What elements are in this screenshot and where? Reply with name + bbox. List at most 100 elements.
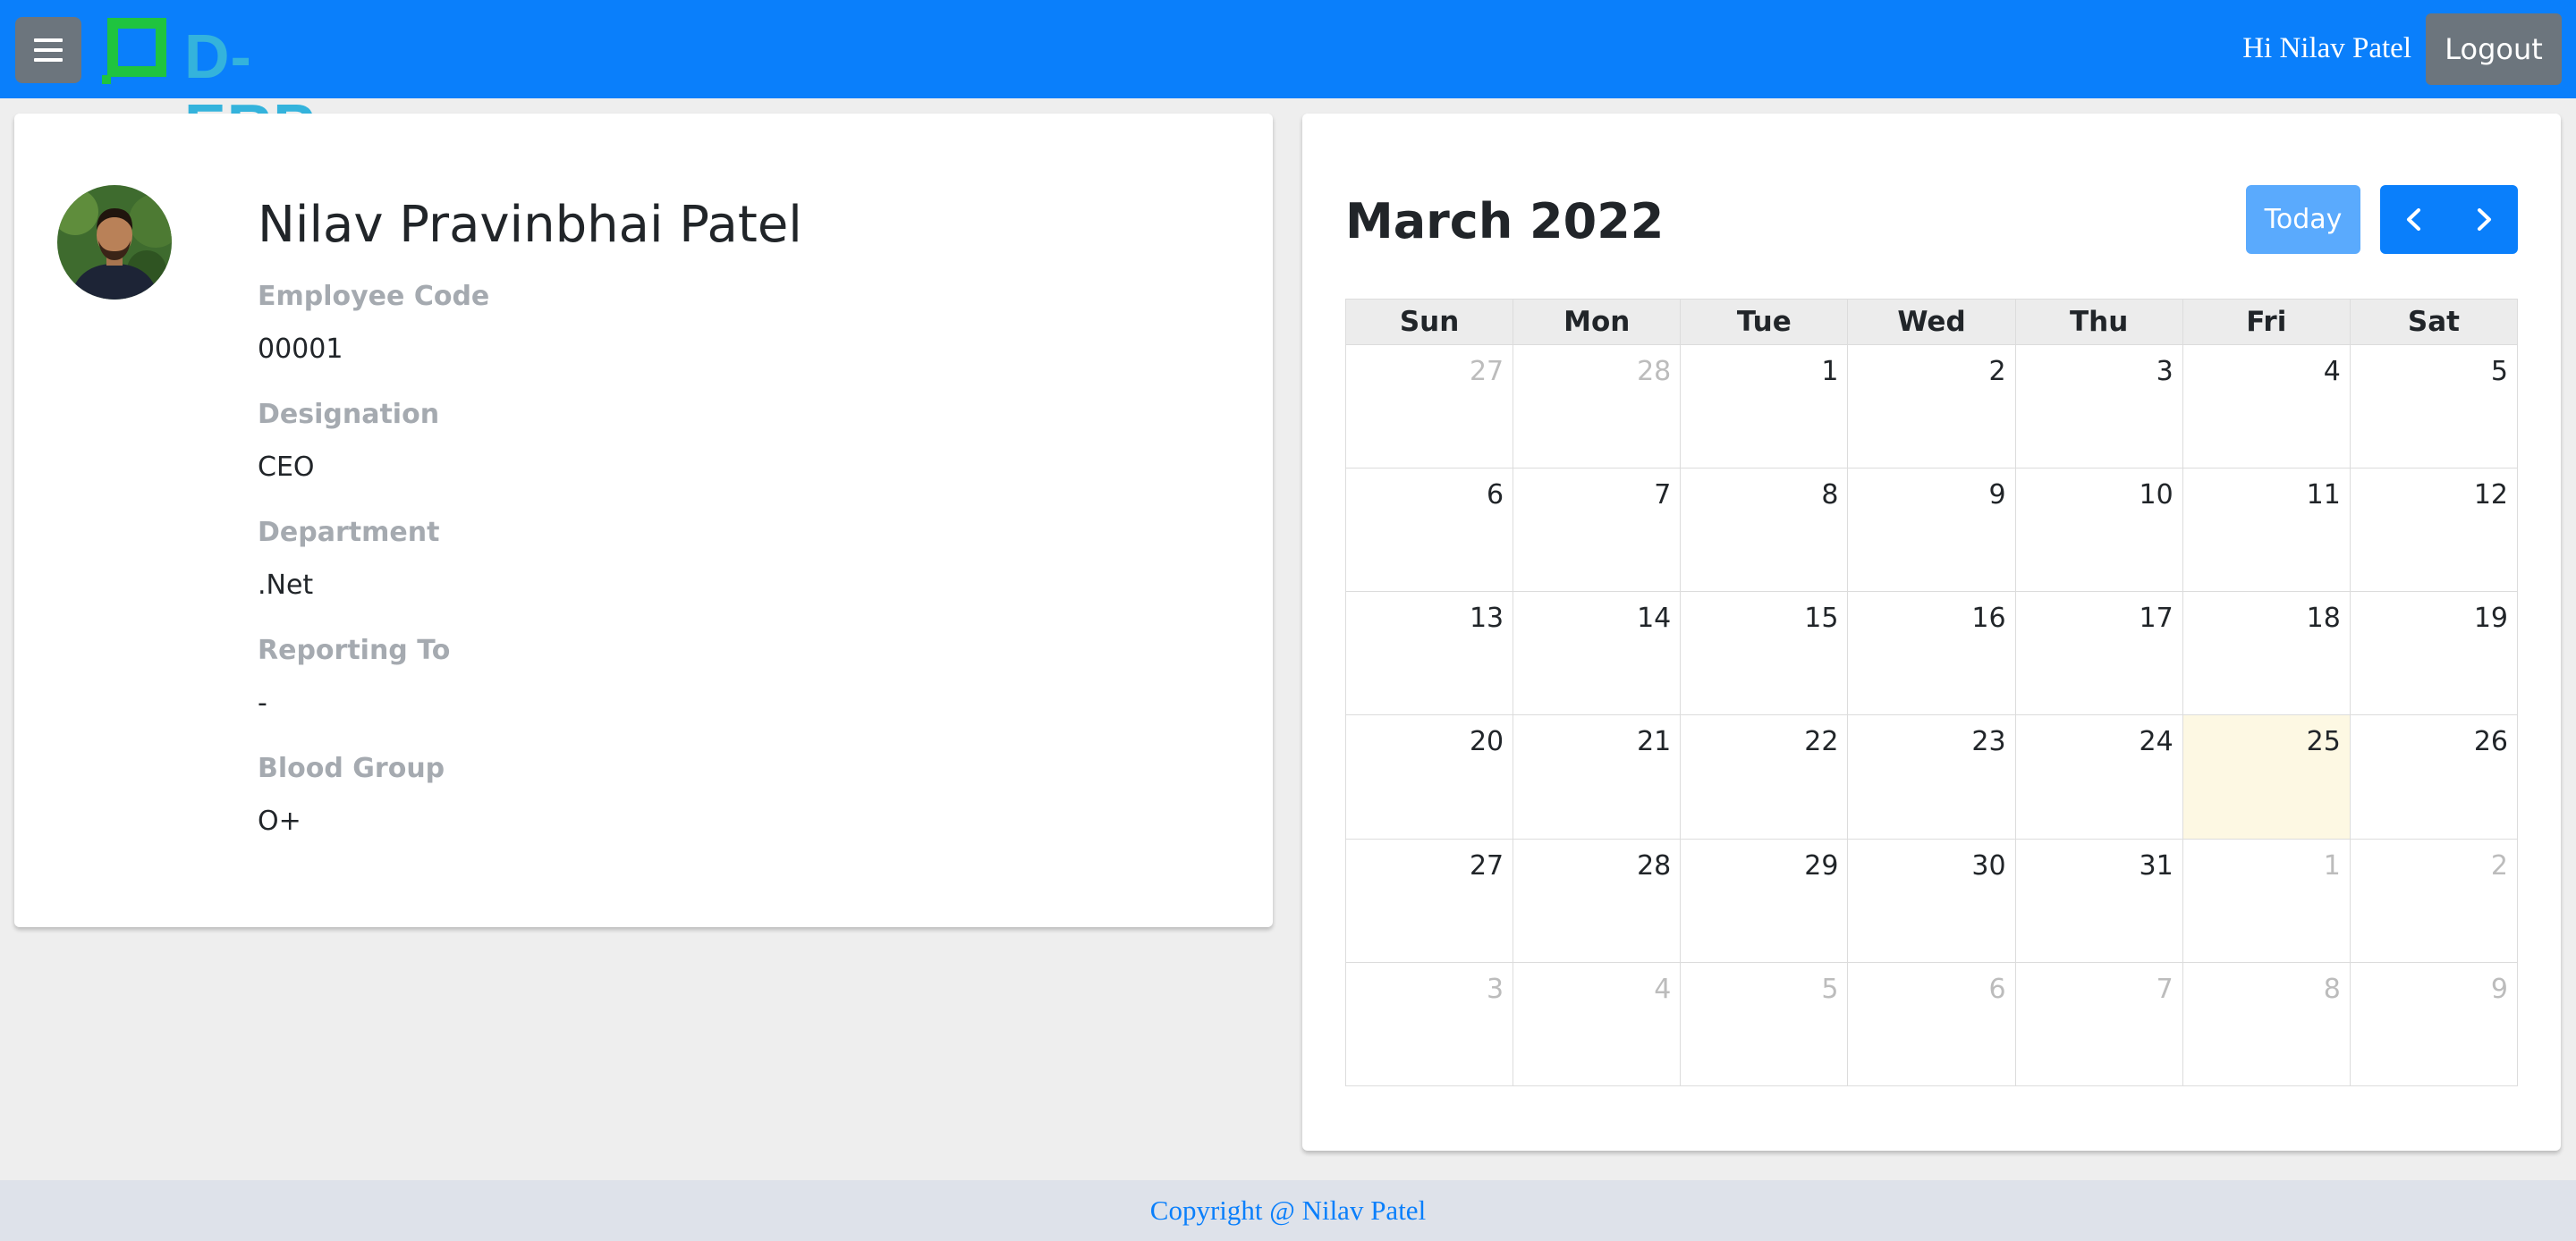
- day-cell[interactable]: 3: [1344, 961, 1514, 1087]
- weekday-header: Wed: [1847, 299, 2016, 345]
- day-cell-today[interactable]: 25: [2182, 714, 2351, 840]
- day-cell[interactable]: 23: [1847, 714, 2016, 840]
- day-number[interactable]: 7: [2157, 963, 2182, 1006]
- day-number[interactable]: 11: [2307, 469, 2350, 511]
- logout-button[interactable]: Logout: [2426, 13, 2562, 85]
- day-cell[interactable]: 1: [2182, 838, 2351, 963]
- day-number[interactable]: 30: [1971, 840, 2014, 882]
- day-number[interactable]: 3: [2157, 345, 2182, 388]
- calendar-grid: Sun Mon Tue Wed Thu Fri Sat 27 28 1 2 3 …: [1344, 299, 2519, 1087]
- day-number[interactable]: 18: [2307, 592, 2350, 635]
- day-number[interactable]: 4: [1654, 963, 1680, 1006]
- day-number[interactable]: 27: [1470, 840, 1513, 882]
- day-cell[interactable]: 11: [2182, 468, 2351, 593]
- day-cell[interactable]: 1: [1680, 343, 1849, 469]
- next-month-button[interactable]: [2449, 185, 2518, 254]
- day-cell[interactable]: 24: [2014, 714, 2183, 840]
- day-number[interactable]: 2: [1988, 345, 2014, 388]
- day-number[interactable]: 6: [1487, 469, 1513, 511]
- day-number[interactable]: 6: [1988, 963, 2014, 1006]
- day-cell[interactable]: 7: [1513, 468, 1682, 593]
- day-number[interactable]: 14: [1637, 592, 1680, 635]
- day-number[interactable]: 8: [1821, 469, 1847, 511]
- day-cell[interactable]: 31: [2014, 838, 2183, 963]
- day-cell[interactable]: 29: [1680, 838, 1849, 963]
- day-number[interactable]: 5: [1821, 963, 1847, 1006]
- day-cell[interactable]: 8: [2182, 961, 2351, 1087]
- day-number[interactable]: 22: [1804, 715, 1847, 758]
- day-cell[interactable]: 27: [1344, 838, 1514, 963]
- day-number[interactable]: 4: [2324, 345, 2350, 388]
- day-number[interactable]: 19: [2474, 592, 2517, 635]
- calendar-title: March 2022: [1345, 193, 1665, 249]
- day-cell[interactable]: 18: [2182, 591, 2351, 716]
- today-button[interactable]: Today: [2246, 185, 2360, 254]
- weekday-header: Thu: [2014, 299, 2183, 345]
- day-cell[interactable]: 5: [1680, 961, 1849, 1087]
- day-cell[interactable]: 4: [2182, 343, 2351, 469]
- day-number[interactable]: 7: [1654, 469, 1680, 511]
- weekday-header: Tue: [1680, 299, 1849, 345]
- day-number[interactable]: 26: [2474, 715, 2517, 758]
- day-cell[interactable]: 15: [1680, 591, 1849, 716]
- app-logo[interactable]: D-ERP: [100, 14, 377, 161]
- day-cell[interactable]: 26: [2349, 714, 2519, 840]
- day-number[interactable]: 17: [2140, 592, 2182, 635]
- day-cell[interactable]: 2: [2349, 838, 2519, 963]
- day-cell[interactable]: 7: [2014, 961, 2183, 1087]
- day-number[interactable]: 5: [2491, 345, 2517, 388]
- day-cell[interactable]: 19: [2349, 591, 2519, 716]
- day-number[interactable]: 27: [1470, 345, 1513, 388]
- day-cell[interactable]: 2: [1847, 343, 2016, 469]
- day-number[interactable]: 10: [2140, 469, 2182, 511]
- day-cell[interactable]: 12: [2349, 468, 2519, 593]
- day-number[interactable]: 23: [1971, 715, 2014, 758]
- day-number[interactable]: 28: [1637, 840, 1680, 882]
- day-cell[interactable]: 30: [1847, 838, 2016, 963]
- day-cell[interactable]: 20: [1344, 714, 1514, 840]
- day-cell[interactable]: 9: [1847, 468, 2016, 593]
- day-cell[interactable]: 22: [1680, 714, 1849, 840]
- day-cell[interactable]: 28: [1513, 343, 1682, 469]
- day-number[interactable]: 20: [1470, 715, 1513, 758]
- day-cell[interactable]: 28: [1513, 838, 1682, 963]
- day-cell[interactable]: 10: [2014, 468, 2183, 593]
- day-cell[interactable]: 13: [1344, 591, 1514, 716]
- day-number[interactable]: 25: [2307, 715, 2350, 758]
- day-cell[interactable]: 17: [2014, 591, 2183, 716]
- week-row: 20 21 22 23 24 25 26: [1344, 714, 2519, 840]
- prev-month-button[interactable]: [2380, 185, 2449, 254]
- weekday-header: Fri: [2182, 299, 2351, 345]
- designation-value: CEO: [258, 452, 315, 483]
- day-number[interactable]: 28: [1637, 345, 1680, 388]
- day-cell[interactable]: 3: [2014, 343, 2183, 469]
- day-number[interactable]: 13: [1470, 592, 1513, 635]
- page-footer: Copyright @ Nilav Patel: [0, 1180, 2576, 1241]
- day-number[interactable]: 1: [2324, 840, 2350, 882]
- day-number[interactable]: 9: [1988, 469, 2014, 511]
- day-number[interactable]: 31: [2140, 840, 2182, 882]
- menu-toggle-button[interactable]: [15, 17, 81, 83]
- week-row: 3 4 5 6 7 8 9: [1344, 961, 2519, 1087]
- day-cell[interactable]: 6: [1344, 468, 1514, 593]
- day-number[interactable]: 12: [2474, 469, 2517, 511]
- day-number[interactable]: 24: [2140, 715, 2182, 758]
- day-number[interactable]: 9: [2491, 963, 2517, 1006]
- day-cell[interactable]: 4: [1513, 961, 1682, 1087]
- day-cell[interactable]: 16: [1847, 591, 2016, 716]
- day-number[interactable]: 2: [2491, 840, 2517, 882]
- day-number[interactable]: 3: [1487, 963, 1513, 1006]
- day-number[interactable]: 1: [1821, 345, 1847, 388]
- day-cell[interactable]: 21: [1513, 714, 1682, 840]
- day-cell[interactable]: 9: [2349, 961, 2519, 1087]
- day-number[interactable]: 16: [1971, 592, 2014, 635]
- day-cell[interactable]: 6: [1847, 961, 2016, 1087]
- day-cell[interactable]: 14: [1513, 591, 1682, 716]
- day-cell[interactable]: 8: [1680, 468, 1849, 593]
- day-number[interactable]: 8: [2324, 963, 2350, 1006]
- day-cell[interactable]: 5: [2349, 343, 2519, 469]
- day-number[interactable]: 15: [1804, 592, 1847, 635]
- day-number[interactable]: 21: [1637, 715, 1680, 758]
- day-cell[interactable]: 27: [1344, 343, 1514, 469]
- day-number[interactable]: 29: [1804, 840, 1847, 882]
